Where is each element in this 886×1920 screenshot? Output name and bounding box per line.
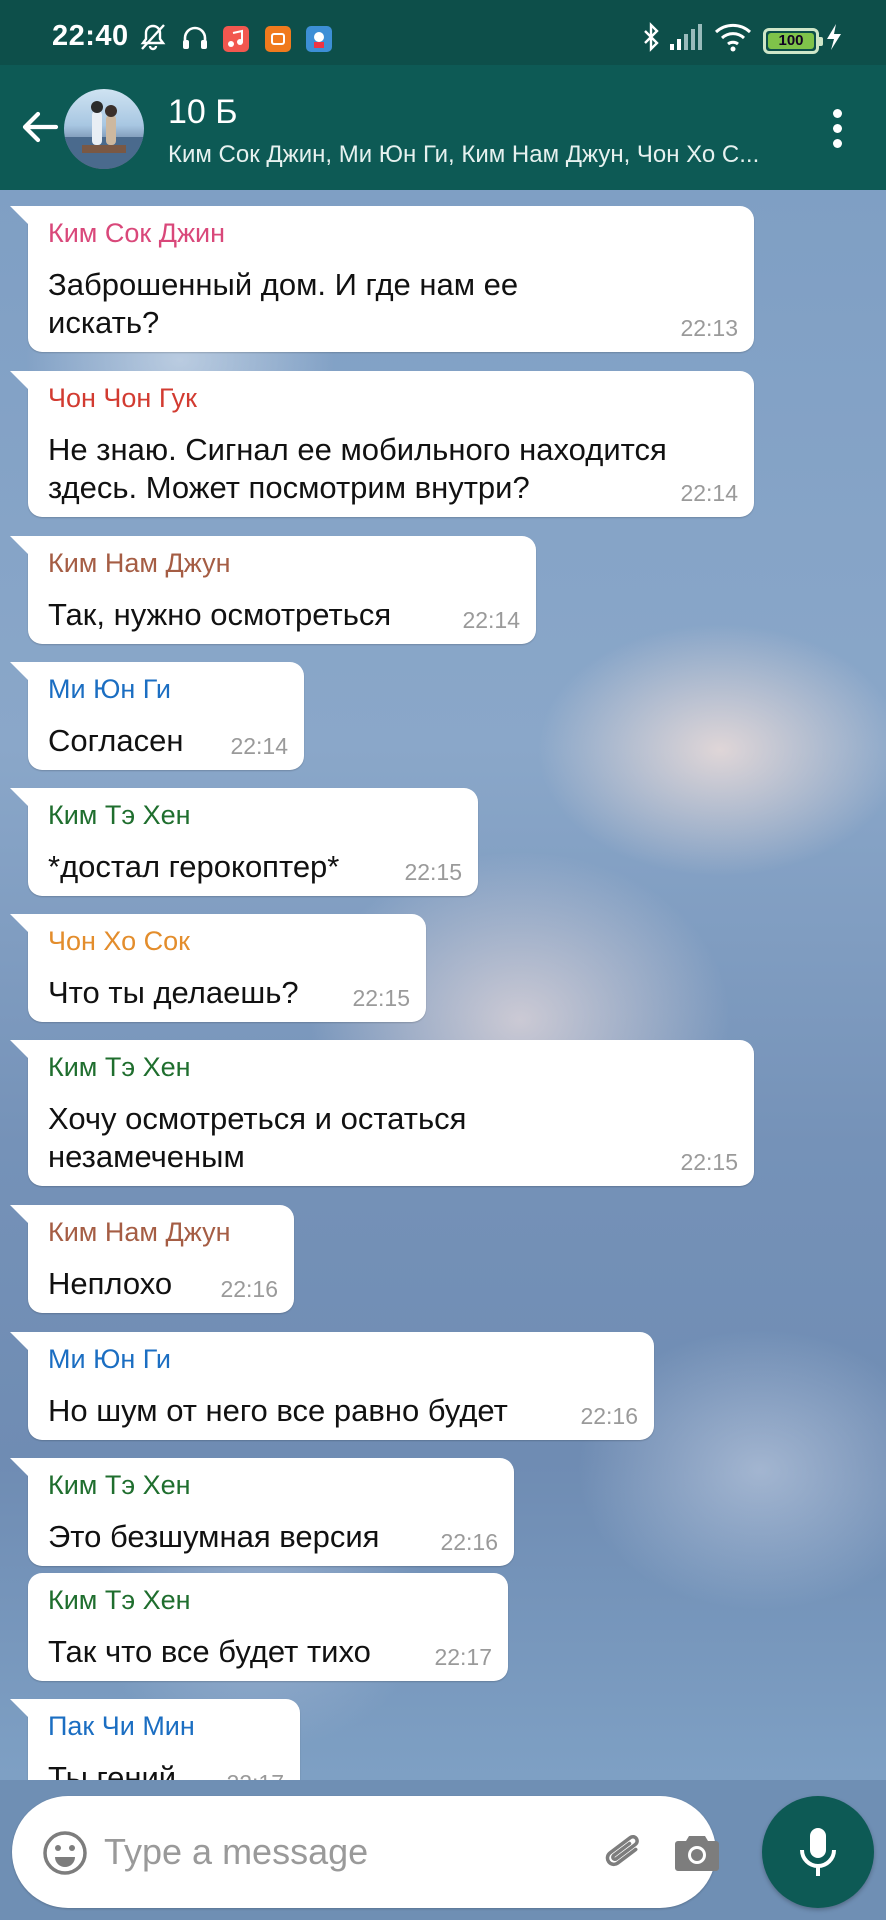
message-text: Заброшенный дом. И где нам ее искать? [48, 267, 519, 340]
message-input[interactable] [104, 1820, 584, 1884]
headphones-icon [183, 26, 207, 49]
message-text: Что ты делаешь? [48, 975, 299, 1010]
battery-level: 100 [768, 33, 814, 49]
group-avatar[interactable] [64, 89, 144, 169]
message-time: 22:16 [220, 1276, 278, 1302]
message-text: Согласен [48, 723, 184, 758]
voice-record-button[interactable] [762, 1796, 874, 1908]
message-sender: Ким Нам Джун [48, 548, 231, 578]
message-time: 22:15 [404, 859, 462, 885]
chat-header: 10 Б Ким Сок Джин, Ми Юн Ги, Ким Нам Джу… [0, 65, 886, 190]
camera-icon[interactable] [672, 1828, 722, 1878]
mute-icon [140, 24, 166, 51]
microphone-icon [800, 1828, 836, 1876]
message-text: Так что все будет тихо [48, 1634, 371, 1669]
message-list[interactable]: Ким Сок Джин Заброшенный дом. И где нам … [0, 190, 886, 1780]
message-bubble[interactable]: Пак Чи Мин Ты гений 22:17 [10, 1699, 300, 1780]
message-text: Ты гений [48, 1760, 177, 1780]
message-sender: Ким Тэ Хен [48, 1052, 191, 1082]
message-time: 22:16 [440, 1529, 498, 1555]
message-sender: Ким Тэ Хен [48, 800, 191, 830]
paperclip-icon[interactable] [597, 1826, 653, 1882]
message-bubble[interactable]: Ким Тэ Хен Так что все будет тихо 22:17 [28, 1573, 508, 1681]
message-text: Но шум от него все равно будет [48, 1393, 508, 1428]
message-time: 22:14 [230, 733, 288, 759]
emoji-icon[interactable] [42, 1830, 88, 1876]
message-time: 22:15 [680, 1149, 738, 1175]
charging-icon [827, 24, 841, 50]
message-time: 22:14 [462, 607, 520, 633]
more-options-icon[interactable] [822, 105, 852, 153]
message-time: 22:14 [680, 480, 738, 506]
message-bubble[interactable]: Ким Сок Джин Заброшенный дом. И где нам … [10, 206, 754, 352]
message-text: Не знаю. Сигнал ее мобильного находится … [48, 432, 667, 505]
message-sender: Ми Юн Ги [48, 1344, 171, 1374]
message-time: 22:13 [680, 315, 738, 341]
message-bubble[interactable]: Ким Нам Джун Неплохо 22:16 [10, 1205, 294, 1313]
message-composer [12, 1796, 719, 1908]
message-time: 22:17 [434, 1644, 492, 1670]
message-bubble[interactable]: Ким Тэ Хен *достал герокоптер* 22:15 [10, 788, 478, 896]
chat-title[interactable]: 10 Б [168, 93, 238, 132]
message-sender: Ким Нам Джун [48, 1217, 231, 1247]
bluetooth-icon [644, 22, 659, 52]
chat-members[interactable]: Ким Сок Джин, Ми Юн Ги, Ким Нам Джун, Чо… [168, 141, 768, 169]
message-sender: Ким Тэ Хен [48, 1470, 191, 1500]
message-bubble[interactable]: Чон Хо Сок Что ты делаешь? 22:15 [10, 914, 426, 1022]
status-bar: 22:40 100 [0, 0, 886, 65]
message-sender: Ким Сок Джин [48, 218, 226, 248]
message-text: Так, нужно осмотреться [48, 597, 392, 632]
message-text: Хочу осмотреться и остаться незамеченым [48, 1101, 467, 1174]
message-bubble[interactable]: Ми Юн Ги Но шум от него все равно будет … [10, 1332, 654, 1440]
music-app-icon [223, 26, 249, 52]
message-sender: Чон Хо Сок [48, 926, 190, 956]
message-time: 22:15 [352, 985, 410, 1011]
wifi-icon [714, 23, 752, 52]
message-time: 22:16 [580, 1403, 638, 1429]
battery-icon: 100 [763, 28, 823, 54]
message-sender: Ми Юн Ги [48, 674, 171, 704]
message-bubble[interactable]: Ким Нам Джун Так, нужно осмотреться 22:1… [10, 536, 536, 644]
message-bubble[interactable]: Ким Тэ Хен Хочу осмотреться и остаться н… [10, 1040, 754, 1186]
mi-app-icon [265, 26, 291, 52]
message-text: Это безшумная версия [48, 1519, 380, 1554]
message-bubble[interactable]: Ким Тэ Хен Это безшумная версия 22:16 [10, 1458, 514, 1566]
message-text: *достал герокоптер* [48, 849, 340, 884]
game-app-icon [306, 26, 332, 52]
message-bubble[interactable]: Ми Юн Ги Согласен 22:14 [10, 662, 304, 770]
status-time: 22:40 [52, 20, 129, 52]
signal-icon [670, 24, 702, 50]
message-time: 22:17 [226, 1770, 284, 1780]
message-bubble[interactable]: Чон Чон Гук Не знаю. Сигнал ее мобильног… [10, 371, 754, 517]
back-arrow-icon[interactable] [18, 105, 62, 149]
message-text: Неплохо [48, 1266, 173, 1301]
message-sender: Ким Тэ Хен [48, 1585, 191, 1615]
message-sender: Пак Чи Мин [48, 1711, 195, 1741]
message-sender: Чон Чон Гук [48, 383, 197, 413]
